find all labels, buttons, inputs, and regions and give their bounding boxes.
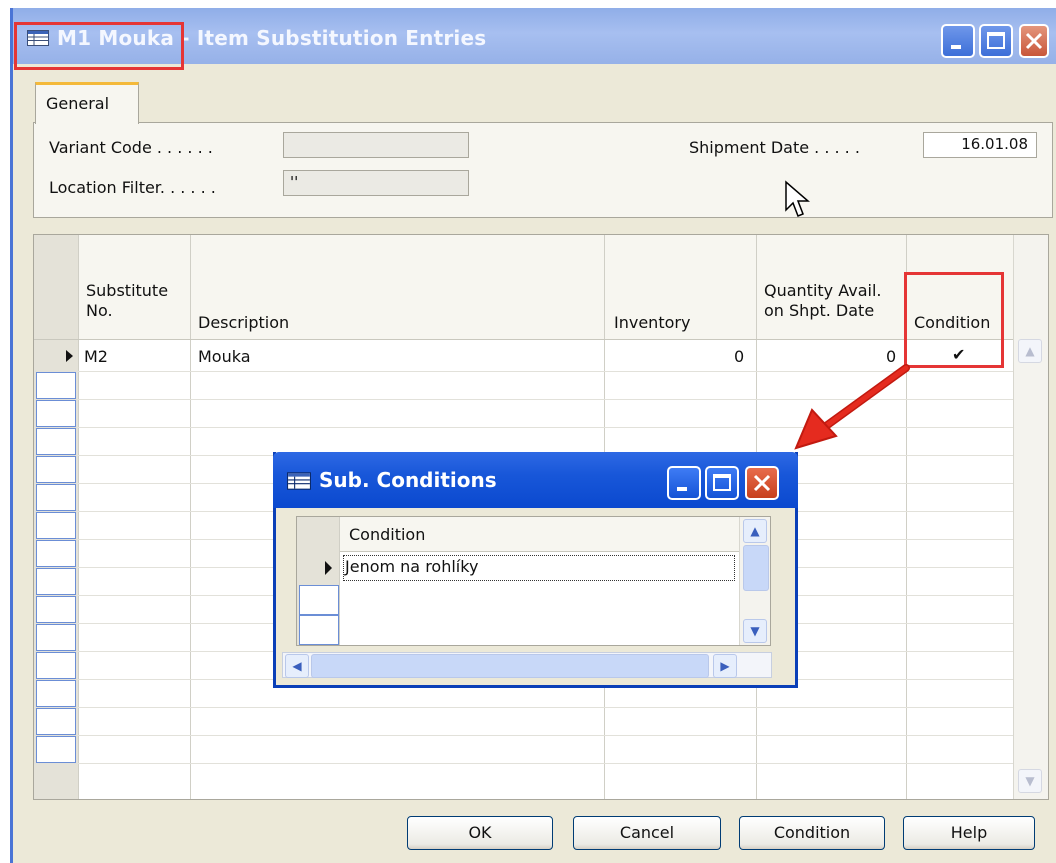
help-button[interactable]: Help [903, 816, 1035, 850]
title-highlight-box [14, 22, 184, 70]
scroll-up-button[interactable]: ▲ [1018, 339, 1042, 363]
empty-row-selector[interactable] [36, 512, 76, 539]
empty-row-selector[interactable] [36, 400, 76, 427]
col-quantity-avail[interactable]: Quantity Avail. on Shpt. Date [764, 281, 881, 321]
empty-row-selector[interactable] [36, 540, 76, 567]
col-inventory[interactable]: Inventory [614, 313, 690, 333]
maximize-icon [987, 32, 1005, 49]
table-vertical-scrollbar[interactable]: ▲ ▼ [1013, 235, 1048, 799]
row-pointer-icon [66, 350, 73, 362]
row-pointer-icon [325, 561, 332, 575]
empty-row-selector[interactable] [36, 456, 76, 483]
popup-maximize-button[interactable] [705, 466, 739, 500]
cancel-button[interactable]: Cancel [573, 816, 721, 850]
sub-horizontal-scrollbar[interactable]: ◀ ▶ [282, 652, 772, 678]
sub-empty-row[interactable] [299, 585, 339, 615]
empty-row-selector[interactable] [36, 736, 76, 763]
empty-row-selector[interactable] [36, 708, 76, 735]
empty-row-selector[interactable] [36, 428, 76, 455]
mouse-cursor-icon [785, 180, 810, 217]
popup-minimize-button[interactable] [667, 466, 701, 500]
col-substitute-no[interactable]: Substitute No. [86, 281, 168, 321]
empty-row-selector[interactable] [36, 372, 76, 399]
empty-row-selector[interactable] [36, 624, 76, 651]
row-divider [34, 735, 1016, 736]
condition-button[interactable]: Condition [739, 816, 885, 850]
close-button[interactable] [1019, 24, 1049, 58]
sub-conditions-window: Sub. Conditions Condition Jenom na rohlí… [273, 452, 798, 688]
sub-col-condition[interactable]: Condition [349, 525, 425, 545]
col-description[interactable]: Description [198, 313, 289, 333]
maximize-icon [713, 474, 731, 491]
maximize-button[interactable] [979, 24, 1013, 58]
sub-conditions-table: Condition Jenom na rohlíky ▲ ▼ [296, 516, 771, 646]
sub-vertical-scrollbar[interactable]: ▲ ▼ [739, 517, 770, 645]
sub-conditions-title: Sub. Conditions [319, 468, 497, 492]
empty-row-selector[interactable] [36, 652, 76, 679]
close-icon [1025, 32, 1043, 50]
minimize-icon [951, 45, 961, 49]
shipment-date-field[interactable]: 16.01.08 [923, 132, 1037, 158]
sub-scroll-down-button[interactable]: ▼ [743, 619, 767, 643]
scroll-down-button[interactable]: ▼ [1018, 769, 1042, 793]
close-icon [753, 474, 771, 492]
red-arrow-icon [794, 364, 910, 450]
tab-general-label: General [46, 94, 110, 113]
sub-empty-row[interactable] [299, 615, 339, 645]
minimize-icon [677, 487, 687, 491]
minimize-button[interactable] [941, 24, 975, 58]
empty-row-selector[interactable] [36, 680, 76, 707]
empty-row-selector[interactable] [36, 596, 76, 623]
location-filter-field[interactable]: '' [283, 170, 469, 196]
description-cell[interactable]: Mouka [198, 347, 251, 366]
variant-code-field[interactable] [283, 132, 469, 158]
scroll-right-button[interactable]: ▶ [713, 654, 737, 678]
location-filter-label: Location Filter. . . . . . [49, 178, 216, 197]
inventory-cell[interactable]: 0 [734, 347, 744, 366]
sub-scroll-up-button[interactable]: ▲ [743, 519, 767, 543]
sub-scroll-thumb[interactable] [743, 545, 769, 591]
empty-row-selector[interactable] [36, 484, 76, 511]
sub-hscroll-thumb[interactable] [311, 654, 709, 678]
popup-close-button[interactable] [745, 466, 779, 500]
form-icon [287, 472, 311, 490]
condition-highlight-box [904, 272, 1004, 368]
sub-row-pointer[interactable] [299, 553, 339, 583]
scroll-left-button[interactable]: ◀ [285, 654, 309, 678]
sub-conditions-title-bar[interactable]: Sub. Conditions [273, 452, 798, 508]
sub-condition-cell[interactable]: Jenom na rohlíky [345, 557, 478, 576]
row-divider [34, 707, 1016, 708]
tab-general[interactable]: General [35, 82, 139, 124]
ok-button[interactable]: OK [407, 816, 553, 850]
shipment-date-label: Shipment Date . . . . . [689, 138, 860, 157]
empty-row-selector[interactable] [36, 568, 76, 595]
table-header [34, 235, 1048, 339]
substitute-no-cell[interactable]: M2 [84, 347, 108, 366]
row-pointer[interactable] [36, 341, 76, 371]
row-divider [34, 763, 1016, 764]
general-panel [33, 122, 1053, 218]
variant-code-label: Variant Code . . . . . . [49, 138, 213, 157]
